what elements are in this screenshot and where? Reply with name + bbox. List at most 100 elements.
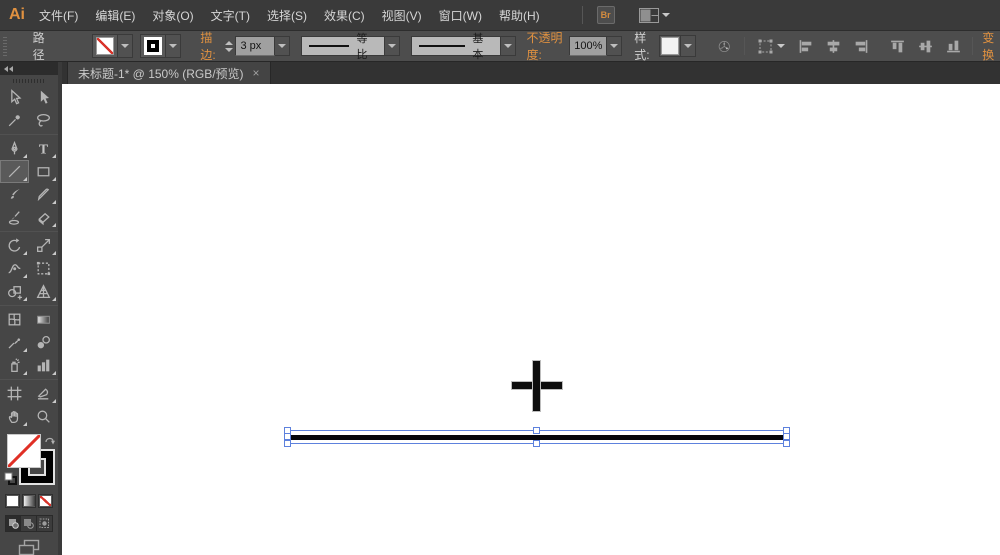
tool-artboard[interactable] xyxy=(0,382,29,405)
menu-bar: Ai 文件(F) 编辑(E) 对象(O) 文字(T) 选择(S) 效果(C) 视… xyxy=(0,0,1000,30)
chevron-down-icon xyxy=(661,13,670,17)
draw-inside-button[interactable] xyxy=(37,516,52,531)
document-tab[interactable]: 未标题-1* @ 150% (RGB/预览) × xyxy=(67,62,271,84)
recolor-artwork-icon[interactable] xyxy=(718,38,731,55)
control-bar-grip[interactable] xyxy=(3,36,7,56)
menu-item-select[interactable]: 选择(S) xyxy=(267,7,307,24)
bridge-button[interactable]: Br xyxy=(596,6,615,24)
tool-eyedropper[interactable] xyxy=(0,331,29,354)
tool-line-segment[interactable] xyxy=(0,160,29,183)
align-center-vertical-icon[interactable] xyxy=(917,38,934,55)
tool-blob-brush[interactable] xyxy=(0,206,29,229)
tool-scale[interactable] xyxy=(29,234,58,257)
style-well[interactable] xyxy=(659,35,682,57)
canvas[interactable] xyxy=(62,84,1000,555)
menu-item-type[interactable]: 文字(T) xyxy=(211,7,250,24)
swap-fill-stroke-icon[interactable] xyxy=(44,434,56,446)
tool-magic-wand[interactable] xyxy=(0,109,29,132)
step-up-icon xyxy=(225,40,234,45)
selection-handle-mid-right[interactable] xyxy=(783,433,790,440)
menu-item-help[interactable]: 帮助(H) xyxy=(499,7,540,24)
tool-direct-selection[interactable] xyxy=(29,86,58,109)
gradient-icon xyxy=(23,496,35,506)
menu-item-object[interactable]: 对象(O) xyxy=(152,7,193,24)
tool-pen[interactable] xyxy=(0,137,29,160)
fill-none-swatch xyxy=(96,37,115,55)
stroke-panel-link[interactable]: 描边: xyxy=(200,29,221,64)
none-button[interactable] xyxy=(38,494,54,508)
draw-behind-button[interactable] xyxy=(21,516,37,531)
screen-mode-icon xyxy=(18,539,40,555)
tool-rectangle[interactable] xyxy=(29,160,58,183)
opacity-dropdown[interactable] xyxy=(607,36,623,56)
stroke-width-input[interactable]: 3 px xyxy=(235,36,276,56)
brush-definition-dropdown[interactable] xyxy=(501,36,517,56)
stroke-width-dropdown[interactable] xyxy=(275,36,291,56)
selection-handle-mid-left[interactable] xyxy=(284,433,291,440)
menu-item-file[interactable]: 文件(F) xyxy=(39,7,78,24)
width-profile-dropdown[interactable] xyxy=(385,36,401,56)
tools-column: T xyxy=(0,62,62,555)
align-bottom-icon[interactable] xyxy=(945,38,962,55)
tool-slice[interactable] xyxy=(29,382,58,405)
opacity-panel-link[interactable]: 不透明度: xyxy=(526,29,565,64)
align-center-horizontal-icon[interactable] xyxy=(825,38,842,55)
menu-item-view[interactable]: 视图(V) xyxy=(382,7,422,24)
tool-paintbrush[interactable] xyxy=(0,183,29,206)
tool-zoom[interactable] xyxy=(29,405,58,428)
tool-lasso[interactable] xyxy=(29,109,58,132)
draw-normal-button[interactable] xyxy=(6,516,22,531)
tool-hand[interactable] xyxy=(0,405,29,428)
tool-symbol-sprayer[interactable] xyxy=(0,354,29,377)
style-dropdown[interactable] xyxy=(681,35,697,57)
tool-type[interactable]: T xyxy=(29,137,58,160)
tools-panel-header[interactable] xyxy=(0,62,58,75)
document-tab-bar: 未标题-1* @ 150% (RGB/预览) × xyxy=(62,62,1000,84)
align-to-selector[interactable] xyxy=(757,38,785,55)
tool-pencil[interactable] xyxy=(29,183,58,206)
selection-handle-top-center[interactable] xyxy=(533,427,540,434)
align-right-icon[interactable] xyxy=(853,38,870,55)
tool-group-separator xyxy=(0,305,58,306)
opacity-input[interactable]: 100% xyxy=(569,36,608,56)
transform-panel-link[interactable]: 变换 xyxy=(982,29,1000,64)
gradient-button[interactable] xyxy=(21,494,37,508)
align-top-icon[interactable] xyxy=(889,38,906,55)
tools-panel-grip[interactable] xyxy=(13,79,45,83)
width-profile-combo[interactable]: 等比 xyxy=(301,33,386,61)
workspace-layout-icon xyxy=(638,7,659,23)
tool-width[interactable] xyxy=(0,257,29,280)
tools-panel: T xyxy=(0,62,58,555)
tool-selection[interactable] xyxy=(0,86,29,109)
tool-rotate[interactable] xyxy=(0,234,29,257)
tool-perspective-grid[interactable] xyxy=(29,280,58,303)
fill-color-well[interactable] xyxy=(92,34,119,58)
menu-item-window[interactable]: 窗口(W) xyxy=(439,7,482,24)
stroke-color-well[interactable] xyxy=(140,34,167,58)
brush-definition-combo[interactable]: 基本 xyxy=(411,33,502,61)
align-left-icon[interactable] xyxy=(797,38,814,55)
fill-color-dropdown[interactable] xyxy=(118,34,134,58)
screen-mode-button[interactable] xyxy=(16,539,42,555)
selection-handle-bottom-center[interactable] xyxy=(533,440,540,447)
tool-shape-builder[interactable] xyxy=(0,280,29,303)
tab-close-icon[interactable]: × xyxy=(253,67,260,79)
collapse-panel-icon[interactable] xyxy=(4,66,13,72)
stroke-black-swatch xyxy=(144,37,163,55)
color-button[interactable] xyxy=(5,494,20,508)
tool-eraser[interactable] xyxy=(29,206,58,229)
menu-item-effect[interactable]: 效果(C) xyxy=(324,7,365,24)
workspace-switcher[interactable] xyxy=(638,7,670,23)
tool-gradient[interactable] xyxy=(29,308,58,331)
tool-column-graph[interactable] xyxy=(29,354,58,377)
selection-handle-bottom-right[interactable] xyxy=(783,440,790,447)
tool-mesh[interactable] xyxy=(0,308,29,331)
fill-swatch[interactable] xyxy=(6,433,42,469)
stroke-color-dropdown[interactable] xyxy=(166,34,182,58)
selection-handle-bottom-left[interactable] xyxy=(284,440,291,447)
default-fill-stroke-icon[interactable] xyxy=(4,472,17,485)
tool-free-transform[interactable] xyxy=(29,257,58,280)
tool-blend[interactable] xyxy=(29,331,58,354)
menu-item-edit[interactable]: 编辑(E) xyxy=(95,7,135,24)
stroke-width-stepper[interactable] xyxy=(225,40,234,52)
